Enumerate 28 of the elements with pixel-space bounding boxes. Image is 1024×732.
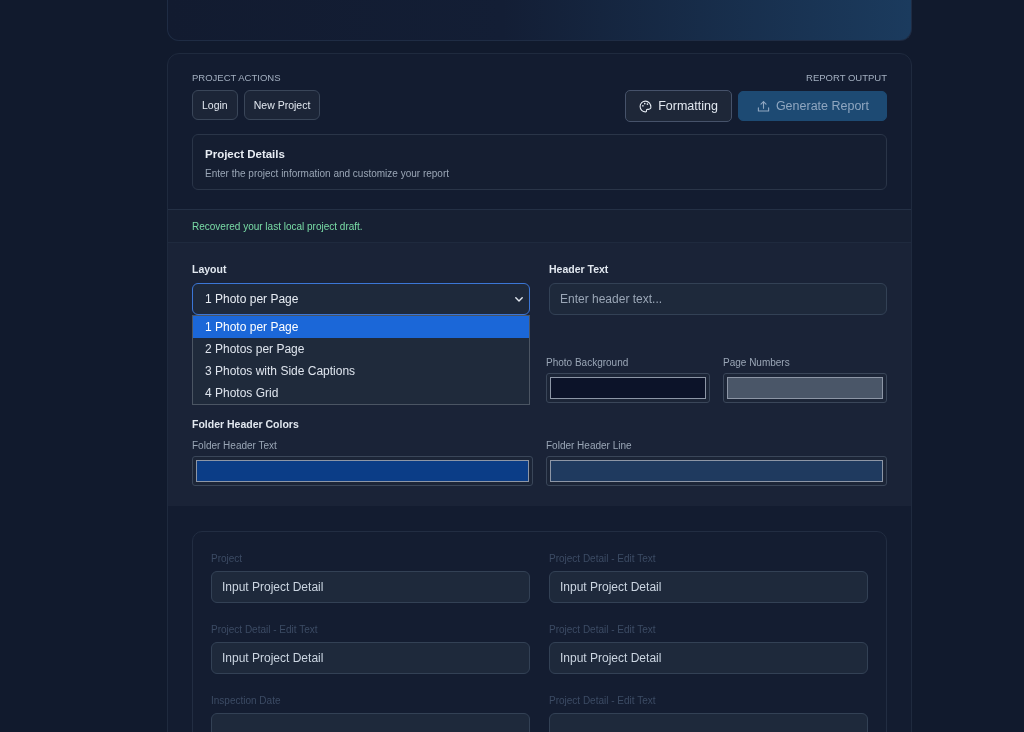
- field-label: Photo Background: [546, 356, 629, 369]
- section-label: PROJECT ACTIONS: [192, 72, 282, 84]
- text-field[interactable]: Input Project Detail: [211, 642, 530, 674]
- layout-select[interactable]: 1 Photo per Page: [192, 283, 530, 315]
- header-text-field[interactable]: Enter header text...: [549, 283, 887, 315]
- text-field[interactable]: Input Project Detail: [549, 571, 868, 603]
- panel-description: Enter the project information and customize your report: [205, 167, 449, 180]
- upload-icon: [756, 99, 770, 113]
- field-label: Folder Header Line: [546, 439, 632, 452]
- field-label: Layout: [192, 263, 227, 276]
- section-label: REPORT OUTPUT: [806, 72, 887, 84]
- field-label: Header Text: [549, 263, 609, 276]
- palette-icon: [639, 99, 653, 113]
- dropdown-option[interactable]: 4 Photos Grid: [193, 382, 529, 404]
- action-button[interactable]: New Project: [243, 90, 321, 120]
- dropdown-option[interactable]: 3 Photos with Side Captions: [193, 360, 529, 382]
- panel-title: Project Details: [205, 147, 285, 162]
- dropdown-option[interactable]: 1 Photo per Page: [193, 316, 529, 338]
- text-field[interactable]: Input Project Detail: [211, 571, 530, 603]
- formatting-button[interactable]: Formatting: [625, 90, 732, 122]
- group-heading: Folder Header Colors: [192, 418, 299, 431]
- status-message: Recovered your last local project draft.: [192, 220, 363, 232]
- action-button[interactable]: Login: [192, 90, 238, 120]
- field-label: Folder Header Text: [192, 439, 277, 452]
- field-label: Page Numbers: [723, 356, 790, 369]
- dropdown-option[interactable]: 2 Photos per Page: [193, 338, 529, 360]
- chevron-down-icon: [515, 296, 523, 302]
- text-field[interactable]: Input Project Detail: [549, 642, 868, 674]
